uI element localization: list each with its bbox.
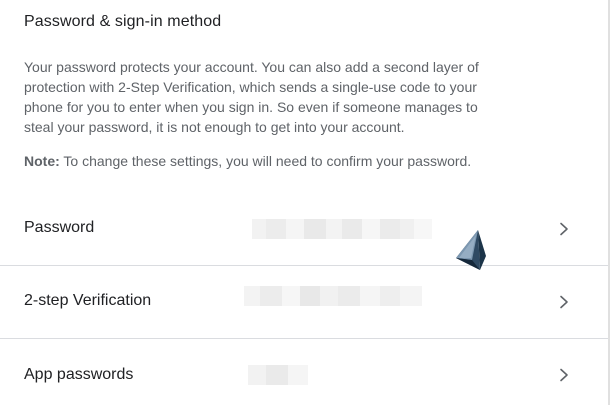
- note-label: Note:: [24, 153, 60, 169]
- app-passwords-value-redacted: [248, 365, 308, 385]
- chevron-right-icon: [560, 295, 568, 309]
- two-step-verification-row-label: 2-step Verification: [24, 292, 152, 309]
- two-step-value-redacted: [244, 286, 422, 306]
- password-row[interactable]: Password: [0, 193, 608, 265]
- note-text: To change these settings, you will need …: [59, 153, 472, 169]
- app-passwords-row-label: App passwords: [24, 366, 134, 383]
- password-signin-card: Password & sign-in method Your password …: [0, 0, 610, 405]
- two-step-verification-row[interactable]: 2-step Verification: [0, 266, 608, 338]
- settings-note: Note: To change these settings, you will…: [24, 151, 564, 171]
- password-row-label: Password: [24, 219, 95, 236]
- chevron-right-icon: [560, 222, 568, 236]
- app-passwords-row[interactable]: App passwords: [0, 339, 608, 405]
- section-title: Password & sign-in method: [24, 13, 222, 30]
- mouse-pointer-icon: [456, 230, 486, 270]
- chevron-right-icon: [560, 368, 568, 382]
- section-description: Your password protects your account. You…: [24, 59, 479, 135]
- password-value-redacted: [252, 219, 432, 239]
